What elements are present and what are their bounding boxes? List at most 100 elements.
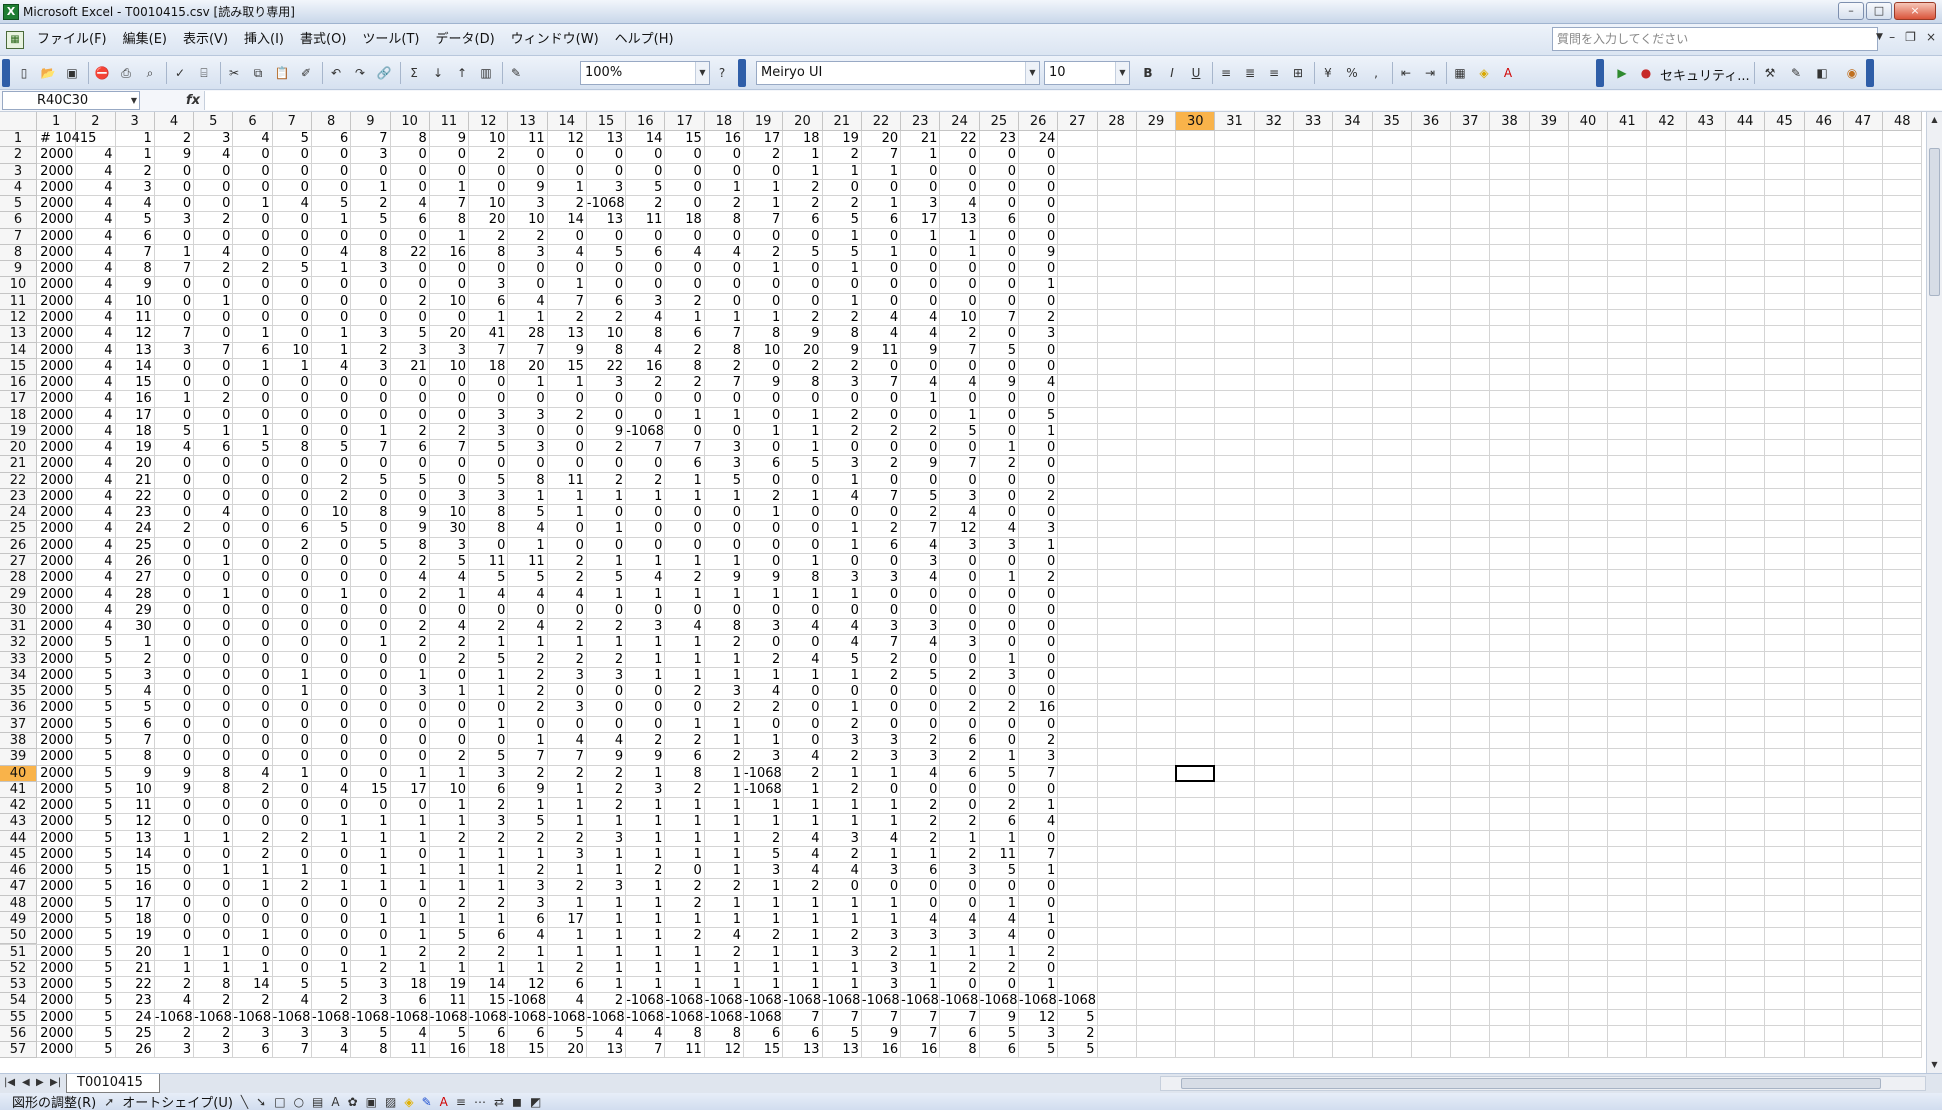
cell[interactable]: 0 — [705, 391, 744, 407]
decrease-indent-icon[interactable]: ⇤ — [1396, 63, 1416, 83]
cell[interactable]: 4 — [823, 489, 862, 505]
cell[interactable]: 5 — [76, 749, 115, 765]
cell[interactable]: 1 — [665, 798, 704, 814]
cell[interactable]: 0 — [901, 603, 940, 619]
cell[interactable]: 0 — [744, 717, 783, 733]
cell[interactable]: 4 — [626, 1026, 665, 1042]
cell[interactable]: 11 — [508, 554, 547, 570]
cell[interactable]: 0 — [469, 164, 508, 180]
cell[interactable]: 2 — [508, 700, 547, 716]
cell[interactable]: 1 — [940, 229, 979, 245]
cell[interactable]: 22 — [116, 977, 155, 993]
align-right-icon[interactable]: ≡ — [1264, 63, 1284, 83]
cell[interactable]: 4 — [587, 733, 626, 749]
column-header[interactable]: 23 — [901, 112, 941, 131]
cell[interactable]: 1 — [665, 310, 704, 326]
toolbar-grip[interactable] — [1866, 59, 1874, 87]
cell[interactable]: 0 — [273, 652, 312, 668]
cell[interactable]: 0 — [705, 424, 744, 440]
cell[interactable]: 0 — [469, 700, 508, 716]
cell[interactable]: 2 — [823, 717, 862, 733]
cell[interactable]: 1 — [705, 310, 744, 326]
cell[interactable]: 28 — [116, 587, 155, 603]
cell[interactable]: 0 — [155, 912, 194, 928]
cell[interactable]: 4 — [783, 652, 822, 668]
cell[interactable]: 0 — [155, 196, 194, 212]
cell[interactable]: 4 — [783, 831, 822, 847]
cell[interactable]: 0 — [391, 456, 430, 472]
row-header[interactable]: 6 — [0, 212, 37, 229]
cell[interactable]: 2000 — [37, 212, 76, 228]
cell[interactable]: 0 — [1019, 554, 1058, 570]
cell[interactable]: 1 — [665, 945, 704, 961]
cell[interactable]: -1068 — [587, 196, 626, 212]
column-header[interactable]: 12 — [469, 112, 509, 131]
cell[interactable]: 0 — [587, 538, 626, 554]
cell[interactable]: 6 — [233, 343, 272, 359]
security-button[interactable]: セキュリティ... — [1660, 65, 1750, 84]
cell[interactable]: 2000 — [37, 505, 76, 521]
cell[interactable]: 2 — [783, 196, 822, 212]
cell[interactable]: 4 — [76, 180, 115, 196]
cell[interactable]: 4 — [823, 863, 862, 879]
cell[interactable]: 1 — [626, 961, 665, 977]
cell[interactable]: 1 — [312, 879, 351, 895]
cell[interactable]: 0 — [548, 603, 587, 619]
cell[interactable]: 0 — [194, 521, 233, 537]
cell[interactable]: 0 — [273, 733, 312, 749]
cell[interactable]: 0 — [980, 277, 1019, 293]
cell[interactable]: 2 — [744, 700, 783, 716]
cell[interactable]: 6 — [783, 212, 822, 228]
cell[interactable]: 3 — [823, 570, 862, 586]
row-header[interactable]: 38 — [0, 732, 37, 750]
cell[interactable]: 19 — [430, 977, 469, 993]
cell[interactable]: 2 — [155, 1026, 194, 1042]
cell[interactable]: 12 — [1019, 1010, 1058, 1026]
cell[interactable]: 5 — [508, 570, 547, 586]
cell[interactable]: 0 — [626, 408, 665, 424]
cell[interactable]: 0 — [155, 603, 194, 619]
cell[interactable]: 5 — [76, 733, 115, 749]
cell[interactable]: 1 — [351, 635, 390, 651]
cell[interactable]: 1 — [508, 489, 547, 505]
cell[interactable]: 2 — [430, 652, 469, 668]
cell[interactable]: 2 — [391, 945, 430, 961]
cell[interactable]: 7 — [194, 343, 233, 359]
cell[interactable]: 0 — [273, 912, 312, 928]
cell[interactable]: 0 — [233, 896, 272, 912]
cell[interactable]: 2000 — [37, 1026, 76, 1042]
cell[interactable]: 0 — [626, 700, 665, 716]
cell[interactable]: 0 — [194, 196, 233, 212]
zoom-combo[interactable]: 100% ▼ — [580, 61, 710, 85]
cell[interactable]: 1 — [587, 554, 626, 570]
cell[interactable]: 0 — [233, 668, 272, 684]
cell[interactable]: 1 — [823, 896, 862, 912]
cell[interactable]: 0 — [194, 473, 233, 489]
cell[interactable]: 5 — [705, 473, 744, 489]
cell[interactable]: 0 — [980, 782, 1019, 798]
cell[interactable]: 8 — [823, 326, 862, 342]
doc-restore-button[interactable]: ❐ — [1905, 30, 1916, 44]
row-header[interactable]: 20 — [0, 440, 37, 457]
cell[interactable]: 4 — [233, 131, 272, 147]
cell[interactable]: 1 — [823, 700, 862, 716]
cell[interactable]: 0 — [901, 782, 940, 798]
cell[interactable]: 2000 — [37, 489, 76, 505]
cell[interactable]: 1 — [744, 945, 783, 961]
cell[interactable]: 1 — [1019, 977, 1058, 993]
cell[interactable]: 8 — [665, 766, 704, 782]
cell[interactable]: 0 — [901, 245, 940, 261]
cell[interactable]: 0 — [901, 652, 940, 668]
cell[interactable]: 0 — [744, 635, 783, 651]
cell[interactable]: 0 — [744, 473, 783, 489]
cell[interactable]: 4 — [76, 359, 115, 375]
cell[interactable]: 0 — [862, 879, 901, 895]
cell[interactable]: 7 — [273, 1042, 312, 1058]
cell[interactable]: 1 — [548, 782, 587, 798]
cell[interactable]: 11 — [508, 131, 547, 147]
cell[interactable]: 0 — [508, 603, 547, 619]
cell[interactable]: 1 — [626, 896, 665, 912]
cell[interactable]: 0 — [233, 603, 272, 619]
cut-icon[interactable]: ✂ — [224, 63, 244, 83]
cell[interactable]: 0 — [312, 717, 351, 733]
